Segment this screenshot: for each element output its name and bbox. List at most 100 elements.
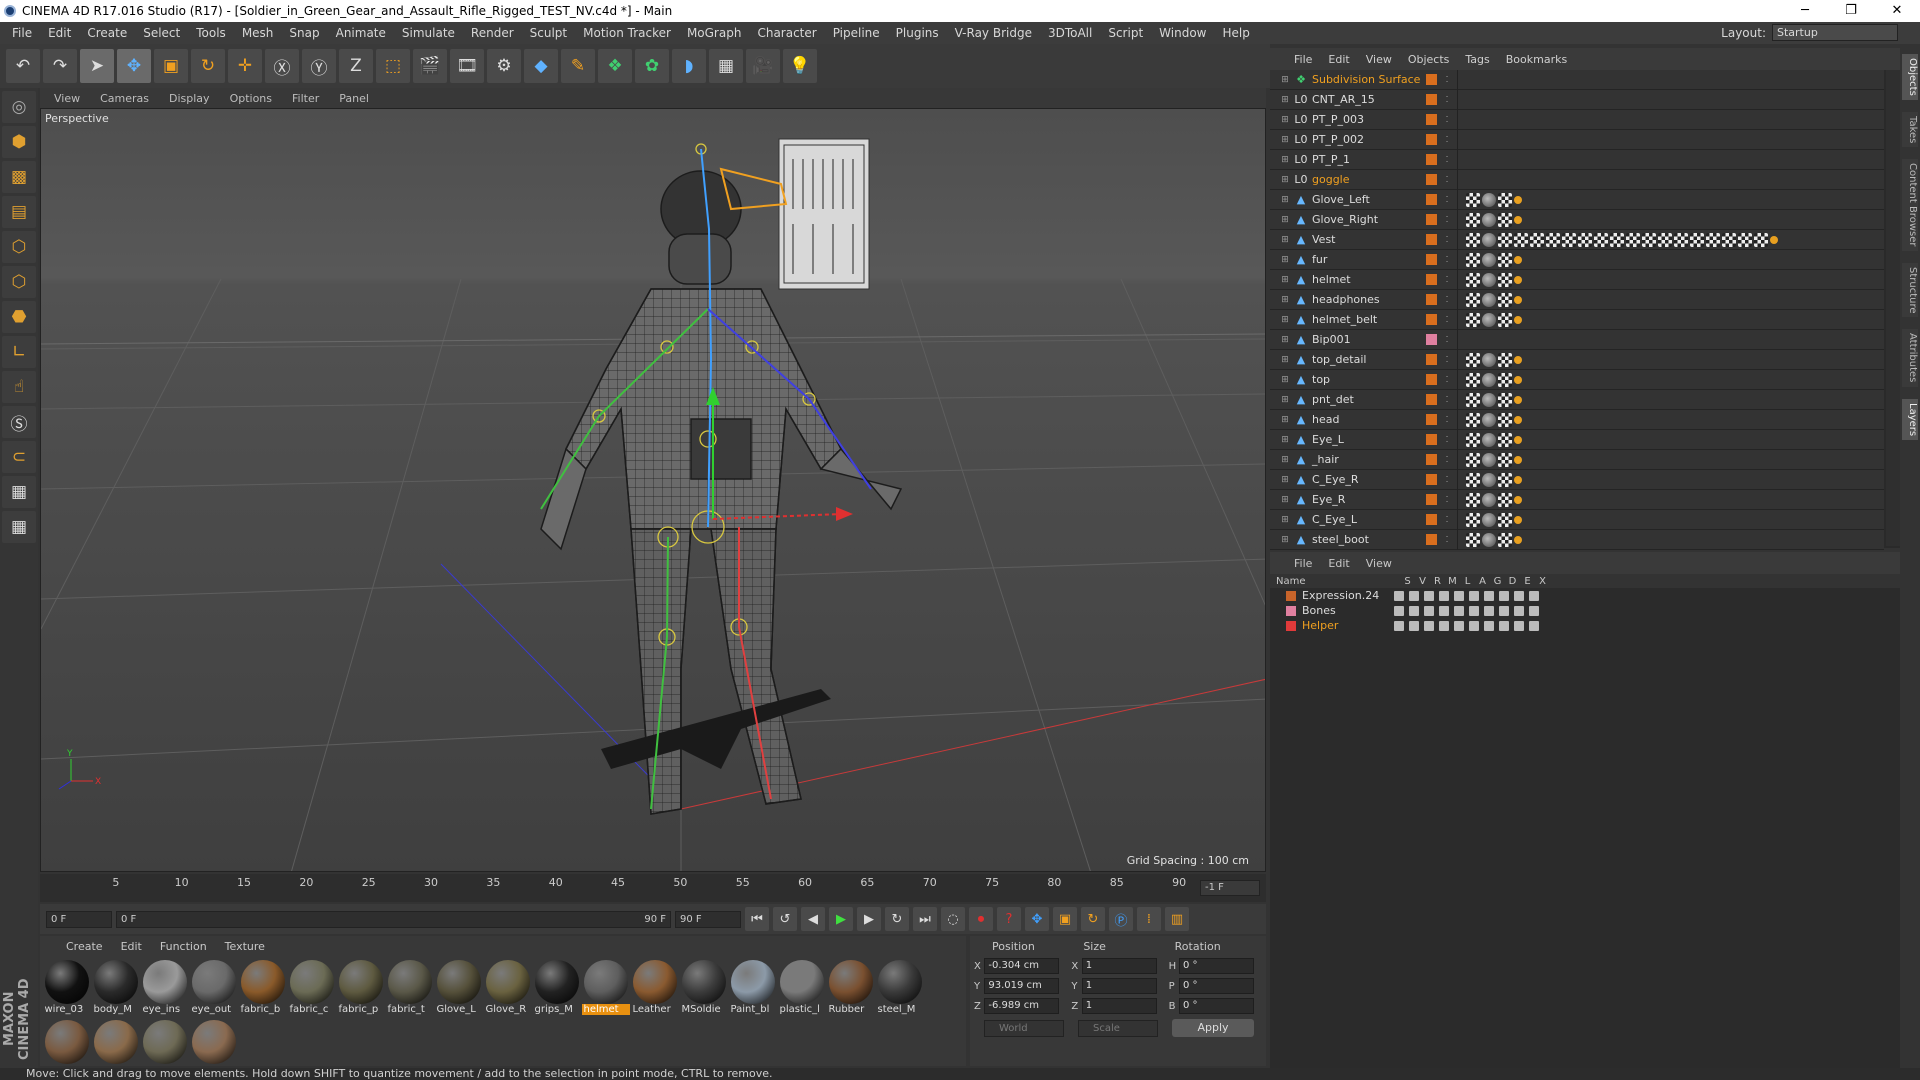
visibility-dots-icon[interactable]: ⁚ [1437, 355, 1457, 364]
frame-range-slider[interactable]: 0 F 90 F [116, 910, 671, 928]
next-frame-icon[interactable]: ▶ [857, 907, 881, 931]
material-swatch[interactable]: Paint_bl [728, 958, 777, 1018]
texture-tag-icon[interactable] [1674, 232, 1688, 247]
viewport-menu-view[interactable]: View [54, 92, 80, 105]
layer-toggle-icon[interactable] [1484, 620, 1494, 631]
material-swatch[interactable]: fabric_b [238, 958, 287, 1018]
layer-toggle-icon[interactable] [1439, 590, 1449, 601]
expand-toggle-icon[interactable]: ⊞ [1276, 295, 1294, 305]
expand-toggle-icon[interactable]: ⊞ [1276, 95, 1294, 105]
material-tag-icon[interactable] [1482, 312, 1496, 327]
texture-tag-icon[interactable] [1626, 232, 1640, 247]
redo-icon[interactable]: ↷ [43, 49, 77, 83]
timeline-ruler[interactable]: 5 10 15 20 25 30 35 40 45 50 55 60 65 70 75 80 85 90 -1 F [40, 874, 1266, 902]
material-tag-icon[interactable] [1482, 532, 1496, 547]
uvw-tag-icon[interactable] [1498, 272, 1512, 287]
texture-tag-icon[interactable] [1514, 232, 1528, 247]
selection-tag-icon[interactable] [1514, 495, 1522, 504]
object-row[interactable]: ⊞ ▲ helmet ⁚ [1270, 269, 1884, 290]
texture-tag-icon[interactable] [1690, 232, 1704, 247]
light-icon[interactable]: 💡 [783, 49, 817, 83]
object-row[interactable]: ⊞ ▲ _hair ⁚ [1270, 449, 1884, 470]
points-mode-icon[interactable]: ⬡ [2, 231, 36, 263]
record-active-icon[interactable]: ⏺ [969, 907, 993, 931]
object-menu-view[interactable]: View [1366, 53, 1392, 66]
layer-color-swatch[interactable] [1426, 454, 1437, 465]
layer-toggle-icon[interactable] [1394, 620, 1404, 631]
menu-render[interactable]: Render [463, 26, 522, 40]
material-swatch[interactable]: Rubber [826, 958, 875, 1018]
go-to-start-icon[interactable]: ⏮ [745, 907, 769, 931]
menu-character[interactable]: Character [749, 26, 824, 40]
visibility-dots-icon[interactable]: ⁚ [1437, 475, 1457, 484]
material-tag-icon[interactable] [1482, 252, 1496, 267]
layer-color-swatch[interactable] [1426, 154, 1437, 165]
uvw-tag-icon[interactable] [1498, 492, 1512, 507]
material-tag-icon[interactable] [1482, 512, 1496, 527]
layer-color-swatch[interactable] [1426, 294, 1437, 305]
layer-toggle-icon[interactable] [1499, 590, 1509, 601]
expand-toggle-icon[interactable]: ⊞ [1276, 215, 1294, 225]
material-swatch[interactable]: eye_out [189, 958, 238, 1018]
uvw-tag-icon[interactable] [1498, 432, 1512, 447]
uvw-tag-icon[interactable] [1498, 392, 1512, 407]
material-menu-function[interactable]: Function [160, 940, 207, 953]
dock-tab-objects[interactable]: Objects [1902, 54, 1918, 100]
edges-mode-icon[interactable]: ⬡ [2, 266, 36, 298]
magnet-icon[interactable]: ⊂ [2, 441, 36, 473]
layer-toggle-icon[interactable] [1529, 620, 1539, 631]
y-axis-icon[interactable]: Ⓨ [302, 49, 336, 83]
texture-tag-icon[interactable] [1738, 232, 1752, 247]
object-menu-bookmarks[interactable]: Bookmarks [1506, 53, 1567, 66]
layer-color-swatch[interactable] [1426, 174, 1437, 185]
layer-color-swatch[interactable] [1426, 534, 1437, 545]
restore-icon[interactable]: ❐ [1828, 0, 1874, 22]
model-mode-icon[interactable]: ⬢ [2, 126, 36, 158]
uvw-tag-icon[interactable] [1498, 232, 1512, 247]
cube-primitive-icon[interactable]: ◆ [524, 49, 558, 83]
expand-toggle-icon[interactable]: ⊞ [1276, 495, 1294, 505]
previous-key-icon[interactable]: ↺ [773, 907, 797, 931]
rotation-field[interactable]: 0 ° [1179, 978, 1254, 994]
object-row[interactable]: ⊞ L0 goggle ⁚ [1270, 169, 1884, 190]
expand-toggle-icon[interactable]: ⊞ [1276, 195, 1294, 205]
layer-color-swatch[interactable] [1426, 334, 1437, 345]
texture-tag-icon[interactable] [1466, 312, 1480, 327]
layer-color-swatch[interactable] [1426, 74, 1437, 85]
texture-tag-icon[interactable] [1466, 392, 1480, 407]
object-row[interactable]: ⊞ ▲ Bip001 ⁚ [1270, 329, 1884, 350]
select-pointer-icon[interactable]: ➤ [80, 49, 114, 83]
layer-color-swatch[interactable] [1286, 605, 1296, 616]
layer-toggle-icon[interactable] [1424, 620, 1434, 631]
rotation-field[interactable]: 0 ° [1179, 998, 1254, 1014]
layer-color-swatch[interactable] [1426, 374, 1437, 385]
material-swatch[interactable]: eye_ins [140, 958, 189, 1018]
uvw-tag-icon[interactable] [1498, 292, 1512, 307]
previous-frame-icon[interactable]: ◀ [801, 907, 825, 931]
expand-toggle-icon[interactable]: ⊞ [1276, 435, 1294, 445]
layer-toggle-icon[interactable] [1484, 605, 1494, 616]
texture-tag-icon[interactable] [1658, 232, 1672, 247]
layer-color-swatch[interactable] [1426, 94, 1437, 105]
material-swatch[interactable]: body_M [91, 958, 140, 1018]
expand-toggle-icon[interactable]: ⊞ [1276, 235, 1294, 245]
texture-tag-icon[interactable] [1530, 232, 1544, 247]
layer-toggle-icon[interactable] [1424, 590, 1434, 601]
size-field[interactable]: 1 [1081, 958, 1157, 974]
object-row[interactable]: ⊞ ▲ Vest ⁚ [1270, 229, 1884, 250]
render-picture-viewer-icon[interactable]: 🎞 [450, 49, 484, 83]
visibility-dots-icon[interactable]: ⁚ [1437, 415, 1457, 424]
position-field[interactable]: 93.019 cm [984, 978, 1060, 994]
uvw-tag-icon[interactable] [1498, 312, 1512, 327]
layer-color-swatch[interactable] [1426, 234, 1437, 245]
uvw-tag-icon[interactable] [1498, 352, 1512, 367]
expand-toggle-icon[interactable]: ⊞ [1276, 135, 1294, 145]
position-field[interactable]: -6.989 cm [984, 998, 1060, 1014]
visibility-dots-icon[interactable]: ⁚ [1437, 75, 1457, 84]
visibility-dots-icon[interactable]: ⁚ [1437, 255, 1457, 264]
expand-toggle-icon[interactable]: ⊞ [1276, 535, 1294, 545]
layer-toggle-icon[interactable] [1469, 620, 1479, 631]
move-tool-icon[interactable]: ✥ [117, 49, 151, 83]
layer-menu-edit[interactable]: Edit [1328, 557, 1349, 570]
selection-tag-icon[interactable] [1514, 315, 1522, 324]
